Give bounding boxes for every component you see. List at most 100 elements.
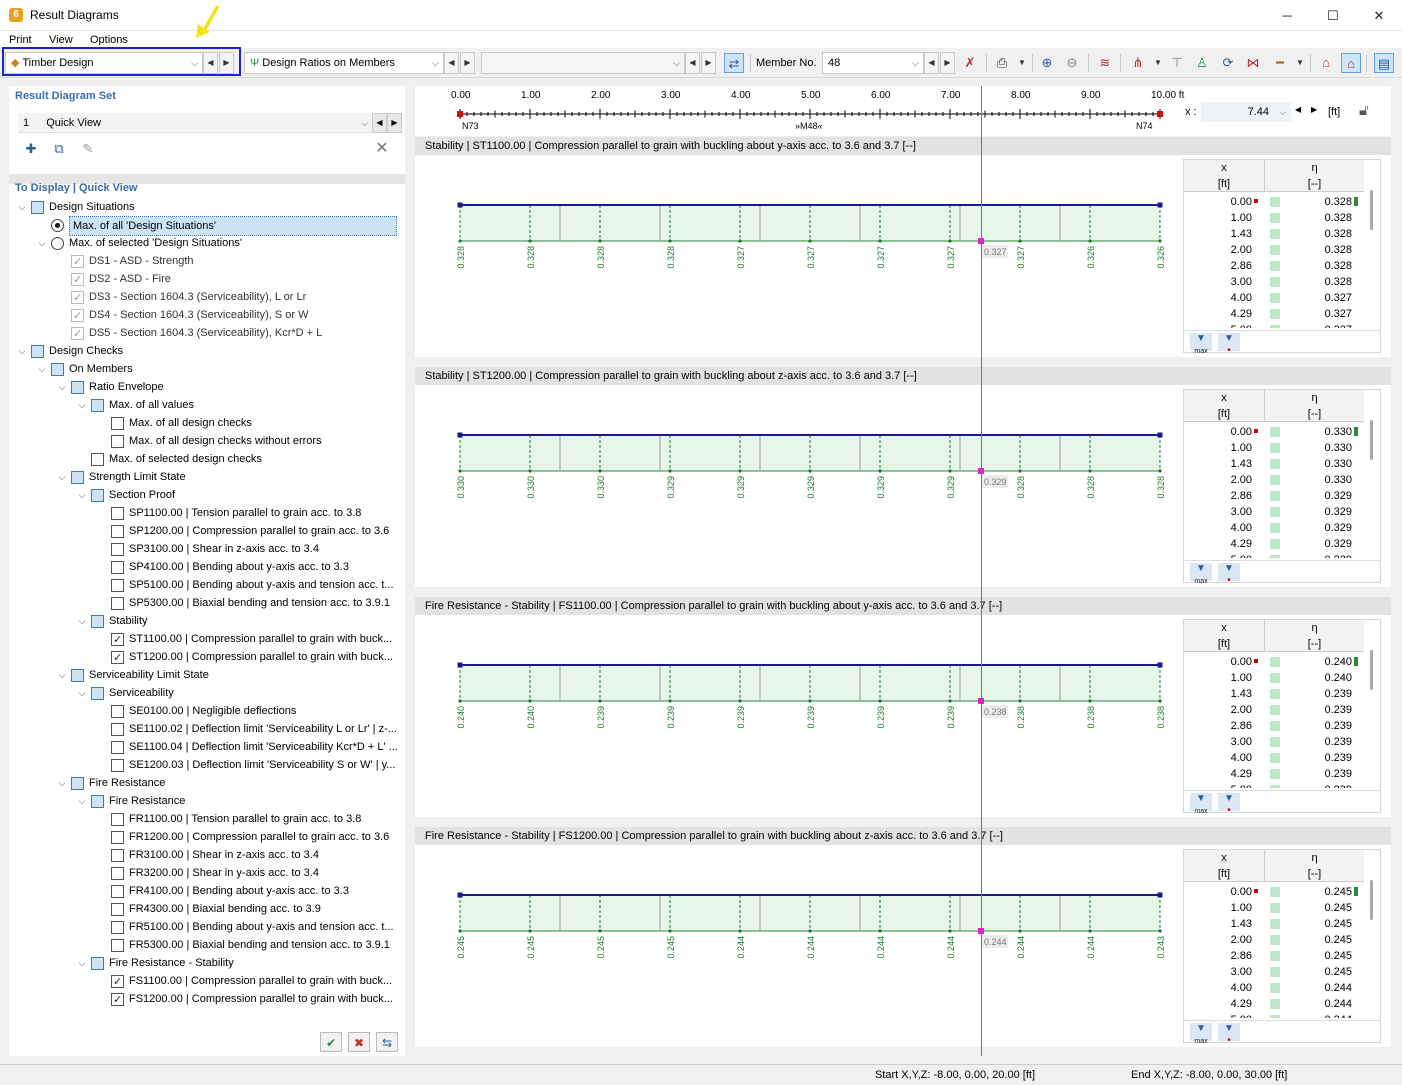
- expand-toggle-icon[interactable]: ⌵: [76, 684, 88, 702]
- table-row[interactable]: 1.43 0.245: [1184, 916, 1364, 932]
- tree-checkbox[interactable]: [71, 471, 84, 484]
- table-row[interactable]: 3.00 0.239: [1184, 734, 1364, 750]
- tree-checkbox[interactable]: [91, 795, 104, 808]
- tree-checkbox[interactable]: [91, 399, 104, 412]
- refresh-icon[interactable]: ⟳: [1218, 53, 1238, 73]
- x-prev-button[interactable]: ◀: [1295, 105, 1301, 114]
- tree-checkbox[interactable]: [111, 939, 124, 952]
- tree-checkbox[interactable]: [71, 325, 84, 343]
- empty-next-button[interactable]: ▶: [701, 52, 716, 74]
- values-table[interactable]: x [ft] η [--] 0.00 0.240 1.00 0.240 1.43 0.239 2.0…: [1183, 619, 1381, 816]
- table-scrollbar[interactable]: [1370, 650, 1373, 690]
- table-row[interactable]: 1.00 0.240: [1184, 670, 1364, 686]
- tree-checkbox[interactable]: [111, 417, 124, 430]
- tree-checkbox[interactable]: [111, 543, 124, 556]
- result-prev-button[interactable]: ◀: [444, 52, 459, 74]
- tree-checkbox[interactable]: [111, 903, 124, 916]
- result-next-button[interactable]: ▶: [460, 52, 475, 74]
- tree-checkbox[interactable]: [111, 813, 124, 826]
- expand-toggle-icon[interactable]: ⌵: [56, 378, 68, 396]
- tree-checkbox[interactable]: [91, 453, 104, 466]
- tree-checkbox[interactable]: [111, 631, 124, 649]
- tree-checkbox[interactable]: [111, 649, 124, 667]
- tree-checkbox[interactable]: [31, 201, 44, 214]
- sync-selection-icon[interactable]: ⇄: [724, 53, 744, 73]
- tree-checkbox[interactable]: [51, 363, 64, 376]
- filter-point-icon[interactable]: ▼ •: [1218, 333, 1240, 356]
- tree-checkbox[interactable]: [111, 597, 124, 610]
- table-row[interactable]: 5.00 0.244: [1184, 1012, 1364, 1018]
- table-row[interactable]: 1.43 0.328: [1184, 226, 1364, 242]
- table-row[interactable]: 0.00 0.240: [1184, 654, 1364, 670]
- tree-checkbox[interactable]: [111, 435, 124, 448]
- table-scrollbar[interactable]: [1370, 880, 1373, 920]
- diagram-set-combo[interactable]: 1 Quick View ⌵: [18, 113, 372, 133]
- filter-max-icon[interactable]: ▼ max: [1190, 563, 1212, 585]
- x-position-field[interactable]: 7.44 ⌵: [1201, 102, 1291, 122]
- tree-checkbox[interactable]: [31, 345, 44, 358]
- diagram-settings-icon[interactable]: ≋: [1095, 53, 1115, 73]
- filter-point-icon[interactable]: ▼ •: [1218, 563, 1240, 586]
- tree-checkbox[interactable]: [71, 253, 84, 271]
- table-row[interactable]: 4.29 0.244: [1184, 996, 1364, 1012]
- table-row[interactable]: 3.00 0.245: [1184, 964, 1364, 980]
- filter-max-icon[interactable]: ▼ max: [1190, 793, 1212, 815]
- tree-checkbox[interactable]: [71, 307, 84, 325]
- copy-set-icon[interactable]: ⧉: [48, 139, 70, 159]
- tree-checkbox[interactable]: [71, 271, 84, 289]
- table-row[interactable]: 2.86 0.245: [1184, 948, 1364, 964]
- delete-set-icon[interactable]: ✕: [371, 139, 393, 159]
- section-icon[interactable]: ⋈: [1243, 53, 1263, 73]
- menu-options[interactable]: Options: [90, 34, 128, 46]
- tree-checkbox[interactable]: [111, 759, 124, 772]
- table-row[interactable]: 5.00 0.327: [1184, 322, 1364, 328]
- table-row[interactable]: 4.00 0.244: [1184, 980, 1364, 996]
- select-member-icon[interactable]: ✗: [960, 53, 980, 73]
- table-row[interactable]: 2.00 0.245: [1184, 932, 1364, 948]
- table-row[interactable]: 2.00 0.330: [1184, 472, 1364, 488]
- filter-max-icon[interactable]: ▼ max: [1190, 1023, 1212, 1045]
- tree-checkbox[interactable]: [111, 723, 124, 736]
- uncheck-all-icon[interactable]: ✖: [348, 1032, 370, 1052]
- expand-toggle-icon[interactable]: ⌵: [56, 774, 68, 792]
- member-prev-button[interactable]: ◀: [924, 52, 939, 74]
- expand-toggle-icon[interactable]: ⌵: [56, 468, 68, 486]
- table-row[interactable]: 2.86 0.329: [1184, 488, 1364, 504]
- tree-radio[interactable]: [51, 219, 64, 232]
- values-table[interactable]: x [ft] η [--] 0.00 0.330 1.00 0.330 1.43 0.330 2.0…: [1183, 389, 1381, 586]
- empty-combo[interactable]: ⌵: [481, 52, 685, 74]
- results-display-icon[interactable]: ⋔: [1128, 53, 1148, 73]
- invert-selection-icon[interactable]: ⇆: [376, 1032, 398, 1052]
- filter-icon[interactable]: ⊤: [1167, 53, 1187, 73]
- zoom-in-icon[interactable]: ⊕: [1037, 53, 1057, 73]
- table-row[interactable]: 4.00 0.327: [1184, 290, 1364, 306]
- print-dropdown-icon[interactable]: ▼: [1012, 53, 1032, 73]
- expand-toggle-icon[interactable]: ⌵: [76, 954, 88, 972]
- tree-checkbox[interactable]: [111, 705, 124, 718]
- line-style-icon[interactable]: ━: [1270, 53, 1290, 73]
- expand-toggle-icon[interactable]: ⌵: [76, 612, 88, 630]
- table-row[interactable]: 3.00 0.328: [1184, 274, 1364, 290]
- tree-checkbox[interactable]: [111, 741, 124, 754]
- values-table[interactable]: x [ft] η [--] 0.00 0.328 1.00 0.328 1.43 0.328 2.0…: [1183, 159, 1381, 356]
- expand-toggle-icon[interactable]: ⌵: [56, 666, 68, 684]
- results-dropdown-icon[interactable]: ▼: [1148, 53, 1168, 73]
- table-row[interactable]: 2.00 0.328: [1184, 242, 1364, 258]
- set-prev-button[interactable]: ◀: [372, 113, 387, 133]
- empty-prev-button[interactable]: ◀: [685, 52, 700, 74]
- cursor-line[interactable]: [981, 86, 982, 1056]
- table-row[interactable]: 4.29 0.329: [1184, 536, 1364, 552]
- table-row[interactable]: 2.00 0.239: [1184, 702, 1364, 718]
- set-next-button[interactable]: ▶: [387, 113, 402, 133]
- zoom-out-icon[interactable]: ⊖: [1062, 53, 1082, 73]
- table-row[interactable]: 4.29 0.327: [1184, 306, 1364, 322]
- table-row[interactable]: 0.00 0.330: [1184, 424, 1364, 440]
- result-type-combo[interactable]: Ψ Design Ratios on Members ⌵: [244, 52, 444, 74]
- tree-checkbox[interactable]: [111, 579, 124, 592]
- tree-checkbox[interactable]: [91, 489, 104, 502]
- table-row[interactable]: 1.00 0.245: [1184, 900, 1364, 916]
- print-icon[interactable]: ⎙: [992, 53, 1012, 73]
- table-row[interactable]: 3.00 0.329: [1184, 504, 1364, 520]
- expand-toggle-icon[interactable]: ⌵: [76, 396, 88, 414]
- tree-checkbox[interactable]: [111, 973, 124, 991]
